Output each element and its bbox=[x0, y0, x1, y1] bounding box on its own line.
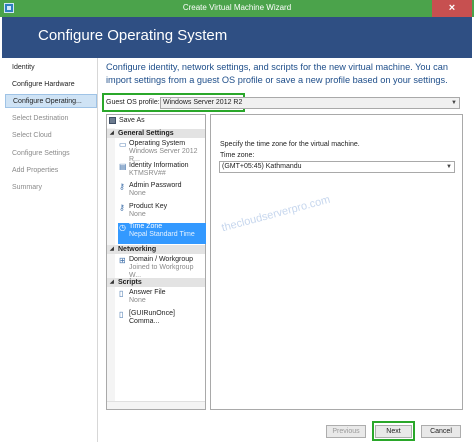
key-icon: ⚷ bbox=[119, 203, 125, 212]
tree-node-domain-workgroup[interactable]: ⊞ Domain / Workgroup Joined to Workgroup… bbox=[118, 256, 206, 279]
node-label: Identity Information bbox=[129, 162, 189, 169]
step-configure-hardware[interactable]: Configure Hardware bbox=[5, 78, 97, 92]
id-card-icon: ▤ bbox=[119, 162, 127, 171]
section-scripts[interactable]: ◢ Scripts bbox=[107, 278, 205, 287]
chevron-down-icon: ▼ bbox=[451, 100, 457, 106]
guest-os-select[interactable]: Windows Server 2012 R2 ▼ bbox=[160, 97, 460, 109]
step-select-cloud: Select Cloud bbox=[12, 132, 52, 139]
time-zone-value: (GMT+05:45) Kathmandu bbox=[222, 163, 302, 170]
step-configure-os[interactable]: Configure Operating... bbox=[5, 94, 97, 108]
tree-node-identity-information[interactable]: ▤ Identity Information KTMSRV## bbox=[118, 162, 206, 183]
save-as-label: Save As bbox=[119, 117, 145, 124]
node-label: Time Zone bbox=[129, 223, 163, 230]
guest-os-label: Guest OS profile: bbox=[106, 99, 160, 106]
header-band: Configure Operating System bbox=[2, 17, 472, 58]
step-identity[interactable]: Identity bbox=[5, 61, 97, 75]
time-zone-description: Specify the time zone for the virtual ma… bbox=[220, 141, 360, 148]
time-zone-label: Time zone: bbox=[220, 152, 255, 159]
next-button[interactable]: Next bbox=[375, 425, 412, 438]
section-label: Scripts bbox=[118, 279, 142, 286]
page-title: Configure Operating System bbox=[38, 27, 228, 44]
tree-node-operating-system[interactable]: ▭ Operating System Windows Server 2012 R… bbox=[118, 140, 206, 163]
wizard-steps: Identity Configure Hardware Configure Op… bbox=[2, 58, 98, 442]
node-sub: None bbox=[129, 190, 146, 197]
section-general-settings[interactable]: ◢ General Settings bbox=[107, 129, 205, 138]
tree-horizontal-scrollbar[interactable] bbox=[107, 401, 205, 409]
collapse-icon: ◢ bbox=[110, 130, 114, 136]
tree-vertical-scrollbar[interactable] bbox=[107, 128, 115, 408]
script-icon: ▯ bbox=[119, 310, 124, 319]
window-title: Create Virtual Machine Wizard bbox=[182, 3, 292, 12]
chevron-down-icon: ▼ bbox=[446, 164, 452, 170]
tree-node-time-zone[interactable]: ◷ Time Zone Nepal Standard Time bbox=[118, 223, 206, 244]
node-label: Answer File bbox=[129, 289, 166, 296]
node-sub: None bbox=[129, 211, 146, 218]
section-networking[interactable]: ◢ Networking bbox=[107, 245, 205, 254]
close-button[interactable]: × bbox=[432, 0, 472, 17]
instructions-text: Configure identity, network settings, an… bbox=[106, 62, 448, 85]
node-label: [GUIRunOnce] Comma... bbox=[129, 310, 175, 325]
step-add-properties: Add Properties bbox=[12, 167, 59, 174]
cancel-button[interactable]: Cancel bbox=[421, 425, 461, 438]
save-as-button[interactable]: Save As bbox=[108, 116, 153, 126]
tree-node-admin-password[interactable]: ⚷ Admin Password None bbox=[118, 182, 206, 203]
node-label: Admin Password bbox=[129, 182, 182, 189]
step-select-destination: Select Destination bbox=[12, 115, 69, 122]
step-configure-settings: Configure Settings bbox=[12, 150, 70, 157]
tree-node-guirunonce[interactable]: ▯ [GUIRunOnce] Comma... bbox=[118, 310, 206, 331]
section-label: Networking bbox=[118, 246, 157, 253]
node-sub: None bbox=[129, 297, 146, 304]
key-icon: ⚷ bbox=[119, 182, 125, 191]
guest-os-value: Windows Server 2012 R2 bbox=[163, 99, 243, 106]
save-icon bbox=[109, 117, 116, 124]
clock-icon: ◷ bbox=[119, 223, 126, 232]
node-label: Operating System bbox=[129, 140, 186, 147]
section-label: General Settings bbox=[118, 130, 174, 137]
previous-button[interactable]: Previous bbox=[326, 425, 366, 438]
file-icon: ▯ bbox=[119, 289, 124, 298]
node-label: Domain / Workgroup bbox=[129, 256, 194, 263]
step-summary: Summary bbox=[12, 184, 42, 191]
monitor-icon: ▭ bbox=[119, 140, 127, 149]
node-sub: KTMSRV## bbox=[129, 170, 166, 177]
collapse-icon: ◢ bbox=[110, 246, 114, 252]
tree-node-product-key[interactable]: ⚷ Product Key None bbox=[118, 203, 206, 224]
node-sub: Nepal Standard Time bbox=[129, 231, 195, 238]
node-label: Product Key bbox=[129, 203, 168, 210]
collapse-icon: ◢ bbox=[110, 279, 114, 285]
network-icon: ⊞ bbox=[119, 256, 126, 265]
time-zone-select[interactable]: (GMT+05:45) Kathmandu ▼ bbox=[219, 161, 455, 173]
title-bar: Create Virtual Machine Wizard × bbox=[0, 0, 474, 17]
tree-node-answer-file[interactable]: ▯ Answer File None bbox=[118, 289, 206, 310]
